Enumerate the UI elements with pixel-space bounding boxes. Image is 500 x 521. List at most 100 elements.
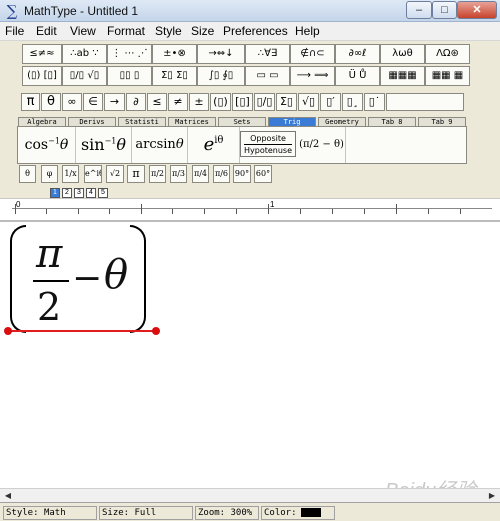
ruler-tick bbox=[15, 204, 16, 214]
arrow-symbol-button[interactable]: → bbox=[104, 93, 125, 111]
exp-small-button[interactable]: e^iθ bbox=[84, 165, 102, 183]
integral-templates-button[interactable]: ∫▯ ∮▯ bbox=[197, 66, 245, 86]
pi-small-button[interactable]: π bbox=[127, 165, 145, 183]
fence-templates-button[interactable]: (▯) [▯] bbox=[22, 66, 62, 86]
greek-uppercase-palette-button[interactable]: ΛΩ⊛ bbox=[425, 44, 470, 64]
pi-over-6-button[interactable]: π/6 bbox=[213, 165, 230, 183]
phi-small-button[interactable]: φ bbox=[41, 165, 58, 183]
menu-size[interactable]: Size bbox=[191, 24, 214, 39]
theta-small-button[interactable]: θ bbox=[19, 165, 36, 183]
equation-denominator[interactable]: 2 bbox=[37, 285, 61, 329]
labeled-arrow-templates-button[interactable]: ⟶ ⟹ bbox=[290, 66, 335, 86]
operators-palette-button[interactable]: ±•⊗ bbox=[152, 44, 197, 64]
brackets-template-button[interactable]: [▯] bbox=[232, 93, 253, 111]
fraction-radical-templates-button[interactable]: ▯/▯ √▯ bbox=[62, 66, 107, 86]
partial-symbol-button[interactable]: ∂ bbox=[126, 93, 146, 111]
ruler-tick bbox=[428, 209, 429, 214]
matrix-templates-button[interactable]: ▦▦▦ bbox=[380, 66, 425, 86]
tab-strip-button-1[interactable]: 1 bbox=[50, 188, 60, 198]
sqrt2-small-button[interactable]: √2 bbox=[106, 165, 124, 183]
ruler-tick bbox=[204, 209, 205, 214]
prime-template-button[interactable]: ▯˙ bbox=[364, 93, 385, 111]
tab-strip-button-5[interactable]: 5 bbox=[98, 188, 108, 198]
ruler-baseline bbox=[12, 208, 492, 209]
degrees-60-button[interactable]: 60° bbox=[254, 165, 272, 183]
logic-palette-button[interactable]: ∴∀∃ bbox=[245, 44, 290, 64]
scroll-left-arrow-icon[interactable]: ◀ bbox=[2, 490, 14, 502]
tab-strip-button-2[interactable]: 2 bbox=[62, 188, 72, 198]
ruler-label-1: 1 bbox=[270, 200, 275, 209]
subscript-template-button[interactable]: ▯¸ bbox=[342, 93, 363, 111]
inverse-sine-template[interactable]: sin−1θ bbox=[76, 127, 132, 163]
maximize-button[interactable]: □ bbox=[432, 1, 457, 19]
mathtype-app-icon[interactable]: ∑ bbox=[4, 3, 20, 19]
equation-minus-operator[interactable]: − bbox=[72, 258, 102, 299]
matrix-templates-2-button[interactable]: ▦▦ ▦ bbox=[425, 66, 470, 86]
menu-preferences[interactable]: Preferences bbox=[223, 24, 288, 39]
selection-handle-left[interactable] bbox=[4, 327, 12, 335]
arrows-palette-button[interactable]: →⇔↓ bbox=[197, 44, 245, 64]
less-equal-symbol-button[interactable]: ≤ bbox=[147, 93, 167, 111]
horizontal-scrollbar[interactable]: ◀ ▶ bbox=[0, 488, 500, 502]
degrees-90-button[interactable]: 90° bbox=[233, 165, 251, 183]
close-button[interactable]: ✕ bbox=[457, 1, 497, 19]
ruler-tick bbox=[332, 209, 333, 214]
empty-palette-slot[interactable] bbox=[386, 93, 464, 111]
ruler[interactable]: 0 1 bbox=[0, 198, 500, 222]
misc-symbols-palette-button[interactable]: ∂∞ℓ bbox=[335, 44, 380, 64]
tab-strip-button-3[interactable]: 3 bbox=[74, 188, 84, 198]
superscript-template-button[interactable]: ▯′ bbox=[320, 93, 341, 111]
status-style: Style: Math bbox=[3, 506, 97, 520]
pi-over-2-button[interactable]: π/2 bbox=[149, 165, 166, 183]
menu-style[interactable]: Style bbox=[155, 24, 182, 39]
summation-templates-button[interactable]: Σ▯ Σ▯ bbox=[152, 66, 197, 86]
radical-template-button[interactable]: √▯ bbox=[298, 93, 319, 111]
fraction-template-button[interactable]: ▯/▯ bbox=[254, 93, 275, 111]
element-of-symbol-button[interactable]: ∈ bbox=[83, 93, 103, 111]
ruler-tick bbox=[46, 209, 47, 214]
equation-numerator[interactable]: π bbox=[36, 231, 62, 277]
menu-format[interactable]: Format bbox=[107, 24, 145, 39]
theta-symbol-button[interactable]: θ bbox=[41, 93, 61, 111]
not-equal-symbol-button[interactable]: ≠ bbox=[168, 93, 188, 111]
status-zoom: Zoom: 300% bbox=[195, 506, 259, 520]
pi-half-minus-theta-template[interactable]: (π/2 − θ) bbox=[298, 127, 346, 163]
sum-template-button[interactable]: Σ▯ bbox=[276, 93, 297, 111]
ruler-tick bbox=[460, 209, 461, 214]
menu-edit[interactable]: Edit bbox=[36, 24, 57, 39]
infinity-symbol-button[interactable]: ∞ bbox=[62, 93, 82, 111]
reciprocal-small-button[interactable]: 1/x bbox=[62, 165, 79, 183]
status-color: Color: bbox=[261, 506, 335, 520]
color-swatch bbox=[300, 508, 321, 517]
minimize-button[interactable]: – bbox=[406, 1, 432, 19]
menu-file[interactable]: File bbox=[5, 24, 24, 39]
relational-palette-button[interactable]: ≤≠≈ bbox=[22, 44, 62, 64]
tab-strip-button-4[interactable]: 4 bbox=[86, 188, 96, 198]
pi-over-4-button[interactable]: π/4 bbox=[192, 165, 209, 183]
underbar-overbar-templates-button[interactable]: ▭ ▭ bbox=[245, 66, 290, 86]
embellishments-palette-button[interactable]: ⋮ ⋯ ⋰ bbox=[107, 44, 152, 64]
spaces-ellipses-palette-button[interactable]: ∴ab ∵ bbox=[62, 44, 107, 64]
pi-over-3-button[interactable]: π/3 bbox=[170, 165, 187, 183]
greek-lowercase-palette-button[interactable]: λωθ bbox=[380, 44, 425, 64]
opposite-hypotenuse-template[interactable]: Opposite Hypotenuse bbox=[240, 131, 296, 157]
plus-minus-symbol-button[interactable]: ± bbox=[189, 93, 209, 111]
equation-theta-variable[interactable]: θ bbox=[104, 252, 128, 298]
parentheses-template-button[interactable]: (▯) bbox=[210, 93, 231, 111]
inverse-cosine-template[interactable]: cos−1θ bbox=[18, 127, 76, 163]
menu-help[interactable]: Help bbox=[295, 24, 320, 39]
menu-view[interactable]: View bbox=[70, 24, 96, 39]
selection-handle-right[interactable] bbox=[152, 327, 160, 335]
scroll-right-arrow-icon[interactable]: ▶ bbox=[486, 490, 498, 502]
ruler-tick bbox=[268, 204, 269, 214]
window-title: MathType - Untitled 1 bbox=[24, 4, 139, 18]
products-templates-button[interactable]: Ü Ů bbox=[335, 66, 380, 86]
ruler-tick bbox=[396, 204, 397, 214]
set-theory-palette-button[interactable]: ∉∩⊂ bbox=[290, 44, 335, 64]
ruler-tick bbox=[109, 209, 110, 214]
pi-symbol-button[interactable]: π bbox=[21, 93, 40, 111]
euler-exponential-template[interactable]: eiθ bbox=[188, 127, 240, 163]
arcsin-template[interactable]: arcsinθ bbox=[132, 127, 188, 163]
subscript-templates-button[interactable]: ▯▯ ▯ bbox=[107, 66, 152, 86]
left-parenthesis bbox=[10, 225, 26, 333]
